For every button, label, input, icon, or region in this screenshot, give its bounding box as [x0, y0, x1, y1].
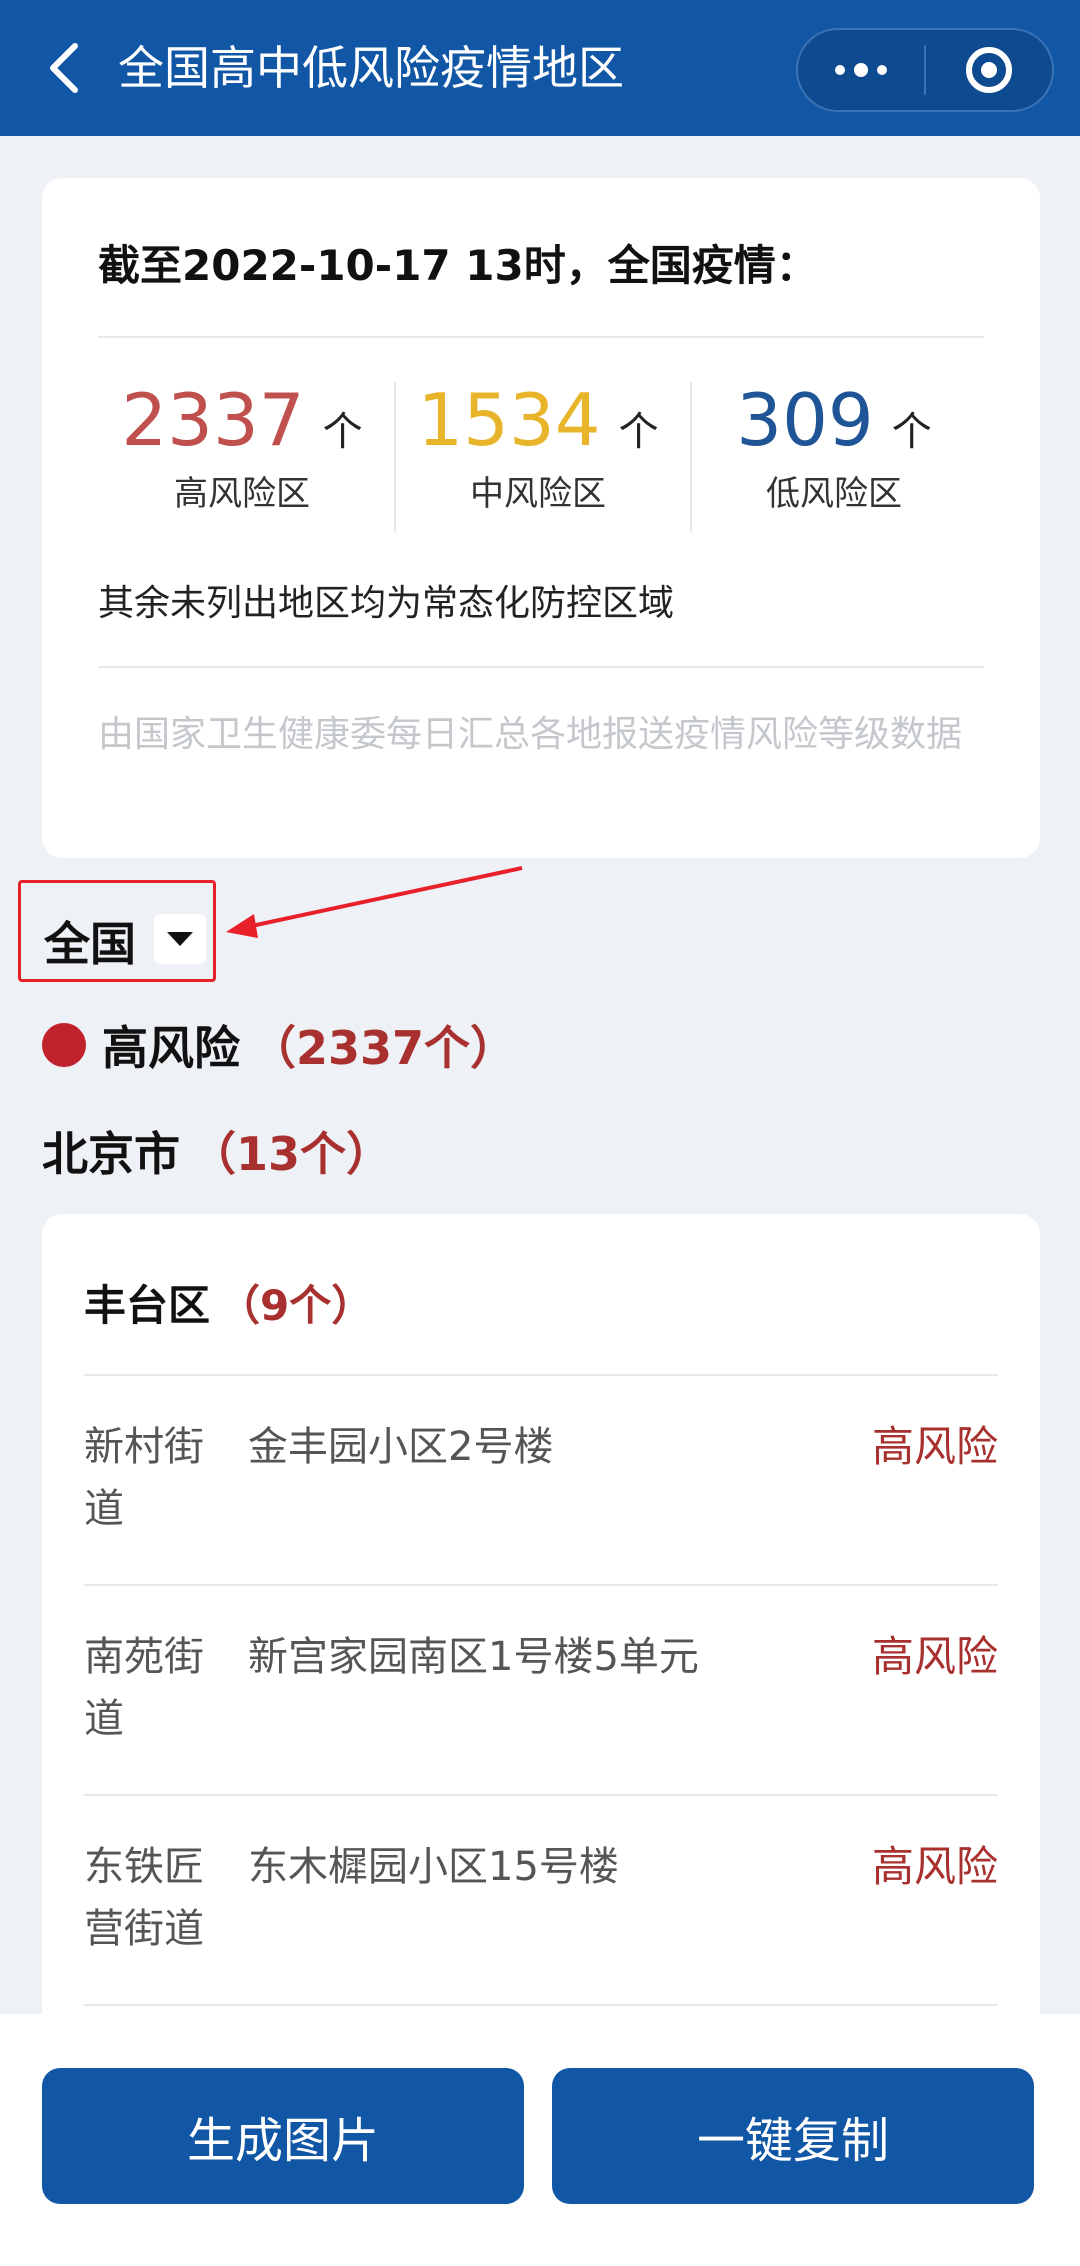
stat-low-risk: 309 个 低风险区 — [686, 378, 982, 518]
scope-dropdown-button[interactable] — [154, 914, 206, 964]
annotation-arrow-icon — [226, 866, 523, 938]
divider — [84, 2004, 998, 2006]
caret-down-icon — [167, 932, 193, 946]
place-name: 金丰园小区2号楼 — [248, 1424, 554, 1470]
bottom-action-bar: 生成图片 一键复制 — [0, 2014, 1080, 2266]
mini-program-capsule — [796, 28, 1054, 112]
stat-label: 低风险区 — [766, 474, 902, 514]
place-name: 东木樨园小区15号楼 — [248, 1844, 619, 1890]
more-dots-icon — [835, 63, 887, 77]
scope-selector-label[interactable]: 全国 — [44, 908, 136, 974]
stat-unit: 个 — [618, 409, 659, 455]
risk-level: 高风险 — [871, 1422, 998, 1471]
stat-value: 1534 — [417, 378, 601, 462]
street-name: 东铁匠营街道 — [84, 1844, 204, 1952]
city-count: （13个） — [190, 1127, 393, 1181]
back-button[interactable] — [34, 38, 94, 98]
district-count: （9个） — [218, 1281, 374, 1330]
stat-medium-risk: 1534 个 中风险区 — [390, 378, 686, 518]
summary-card: 截至2022-10-17 13时，全国疫情： 2337 个 高风险区 1534 … — [42, 178, 1040, 858]
risk-section-heading: 高风险 （2337个） — [42, 1012, 516, 1078]
risk-count: （2337个） — [250, 1021, 517, 1075]
high-risk-dot-icon — [42, 1023, 86, 1067]
stat-value: 2337 — [121, 378, 305, 462]
place-name: 新宫家园南区1号楼5单元 — [248, 1634, 699, 1680]
close-button[interactable] — [926, 30, 1052, 110]
list-item: 东铁匠营街道 东木樨园小区15号楼 高风险 — [84, 1796, 998, 2006]
stat-value: 309 — [736, 378, 874, 462]
summary-heading: 截至2022-10-17 13时，全国疫情： — [98, 241, 818, 290]
stat-unit: 个 — [322, 409, 363, 455]
normal-area-note: 其余未列出地区均为常态化防控区域 — [98, 583, 675, 624]
district-name: 丰台区 — [84, 1281, 211, 1330]
list-item: 新村街道 金丰园小区2号楼 高风险 — [84, 1376, 998, 1586]
city-name: 北京市 — [42, 1127, 180, 1181]
copy-all-button[interactable]: 一键复制 — [552, 2068, 1034, 2204]
chevron-left-icon — [50, 43, 78, 93]
divider — [98, 336, 984, 338]
city-heading: 北京市 （13个） — [42, 1118, 392, 1184]
stat-unit: 个 — [891, 409, 932, 455]
list-item: 南苑街道 新宫家园南区1号楼5单元 高风险 — [84, 1586, 998, 1796]
stat-label: 中风险区 — [470, 474, 606, 514]
more-button[interactable] — [798, 30, 924, 110]
generate-image-button[interactable]: 生成图片 — [42, 2068, 524, 2204]
page-title: 全国高中低风险疫情地区 — [118, 41, 624, 95]
street-name: 南苑街道 — [84, 1634, 204, 1742]
top-bar: 全国高中低风险疫情地区 — [0, 0, 1080, 136]
risk-level: 高风险 — [871, 1842, 998, 1891]
stat-label: 高风险区 — [174, 474, 310, 514]
street-name: 新村街道 — [84, 1424, 204, 1532]
district-heading: 丰台区 （9个） — [84, 1272, 373, 1333]
risk-level: 高风险 — [871, 1632, 998, 1681]
divider — [98, 666, 984, 668]
stat-high-risk: 2337 个 高风险区 — [94, 378, 390, 518]
target-close-icon — [965, 47, 1012, 93]
risk-title: 高风险 — [102, 1021, 240, 1075]
data-source-note: 由国家卫生健康委每日汇总各地报送疫情风险等级数据 — [98, 714, 963, 755]
district-list-card: 丰台区 （9个） 新村街道 金丰园小区2号楼 高风险 南苑街道 新宫家园南区1号楼… — [42, 1214, 1040, 2114]
